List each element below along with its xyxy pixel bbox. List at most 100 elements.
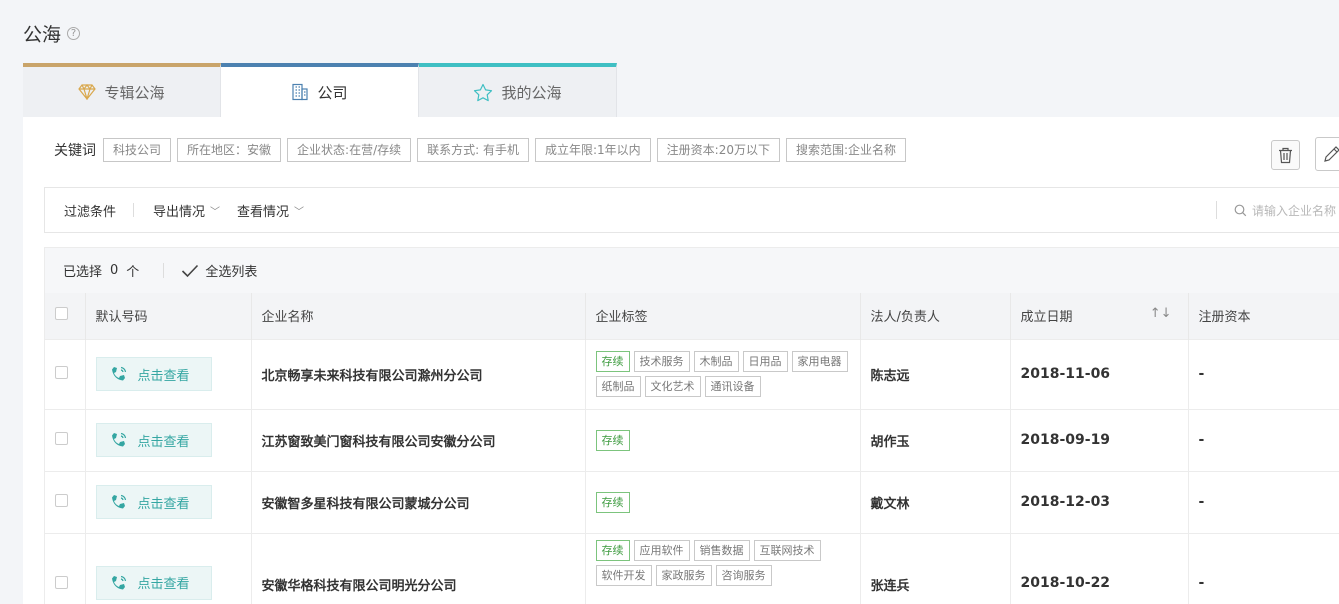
trash-icon (1279, 147, 1292, 163)
row-checkbox[interactable] (55, 365, 68, 379)
select-all-checkbox[interactable] (55, 307, 68, 321)
filter-label: 过滤条件 (64, 204, 117, 220)
phone-icon (111, 494, 126, 509)
view-status-dropdown[interactable]: 查看情况 ﹀ (237, 201, 321, 220)
founded-date: 2018-11-06 (1010, 338, 1189, 409)
sort-icon[interactable]: ↑↓ (1150, 306, 1172, 321)
delete-button[interactable] (1271, 140, 1300, 170)
row-checkbox[interactable] (55, 431, 68, 445)
tab-label: 我的公海 (501, 83, 562, 102)
keyword-label: 关键词 (54, 143, 96, 159)
search-input[interactable]: 请输入企业名称 (1216, 201, 1336, 219)
registered-capital: - (1188, 532, 1339, 604)
tag: 家政服务 (655, 564, 712, 586)
filter-conditions[interactable]: 过滤条件 (45, 201, 133, 220)
registered-capital: - (1188, 408, 1339, 471)
keyword-chip[interactable]: 注册资本:20万以下 (656, 138, 780, 162)
header-default-number: 默认号码 (85, 293, 252, 339)
company-name[interactable]: 安徽智多星科技有限公司蒙城分公司 (251, 470, 586, 533)
keyword-chip[interactable]: 企业状态:在营/存续 (287, 138, 412, 162)
header-company-name: 企业名称 (251, 293, 586, 339)
row-checkbox[interactable] (55, 575, 68, 589)
tag: 木制品 (693, 351, 739, 372)
filter-label: 导出情况 (153, 204, 206, 220)
tag: 文化艺术 (644, 376, 701, 397)
tag: 日用品 (742, 351, 788, 372)
tag: 销售数据 (693, 539, 750, 561)
chevron-down-icon: ﹀ (210, 206, 221, 218)
selected-unit: 个 (126, 265, 140, 280)
status-tag: 存续 (595, 351, 630, 372)
company-table: 默认号码 企业名称 企业标签 法人/负责人 成立日期 ↑↓ 注册资本 点击查看 北… (45, 293, 1339, 604)
company-name[interactable]: 江苏窗致美门窗科技有限公司安徽分公司 (251, 408, 586, 471)
keyword-chip[interactable]: 所在地区：安徽 (177, 138, 282, 162)
tag: 家用电器 (791, 351, 848, 372)
registered-capital: - (1188, 470, 1339, 533)
legal-person: 戴文林 (860, 470, 1011, 533)
select-all-button[interactable]: 全选列表 (181, 261, 257, 280)
view-phone-button[interactable]: 点击查看 (95, 423, 212, 457)
edit-button[interactable] (1315, 137, 1339, 171)
company-tags-cell: 存续 (585, 470, 861, 533)
status-tag: 存续 (595, 539, 630, 561)
filter-label: 查看情况 (237, 204, 290, 220)
keyword-chip[interactable]: 科技公司 (103, 138, 172, 162)
founded-date: 2018-12-03 (1010, 470, 1189, 533)
view-phone-label: 点击查看 (137, 434, 190, 450)
header-company-tags: 企业标签 (585, 293, 861, 339)
page-title-text: 公海 (23, 24, 62, 46)
tab-my-pool[interactable]: 我的公海 (419, 63, 617, 117)
help-icon[interactable]: ? (67, 27, 81, 40)
divider (163, 263, 165, 278)
company-tags-cell: 存续 技术服务 木制品 日用品 家用电器 纸制品 文化艺术 通讯设备 (585, 338, 861, 409)
header-founded-date[interactable]: 成立日期 ↑↓ (1010, 293, 1189, 339)
phone-icon (111, 575, 126, 589)
table-header-row: 默认号码 企业名称 企业标签 法人/负责人 成立日期 ↑↓ 注册资本 (45, 293, 1339, 339)
check-icon (182, 264, 199, 277)
company-tags-cell: 存续 应用软件 销售数据 互联网技术 软件开发 家政服务 咨询服务 (585, 532, 861, 604)
keyword-chip[interactable]: 搜索范围:企业名称 (786, 138, 907, 162)
selected-count: 0 (110, 263, 119, 278)
header-checkbox-cell (45, 293, 86, 339)
phone-icon (111, 366, 126, 381)
keyword-chip[interactable]: 成立年限:1年以内 (534, 138, 651, 162)
building-icon (292, 83, 309, 101)
registered-capital: - (1188, 338, 1339, 409)
filter-bar: 过滤条件 导出情况 ﹀ 查看情况 ﹀ 请输入企业名称 (44, 187, 1339, 233)
chevron-down-icon: ﹀ (294, 206, 305, 218)
legal-person: 陈志远 (860, 338, 1011, 409)
phone-icon (111, 432, 126, 447)
tag: 技术服务 (633, 351, 690, 372)
founded-date: 2018-09-19 (1010, 408, 1189, 471)
tag: 通讯设备 (704, 376, 761, 397)
view-phone-button[interactable]: 点击查看 (95, 485, 212, 519)
tab-label: 公司 (317, 83, 348, 102)
keyword-chip[interactable]: 联系方式: 有手机 (417, 138, 529, 162)
header-legal-person: 法人/负责人 (860, 293, 1011, 339)
view-phone-label: 点击查看 (137, 577, 190, 592)
keyword-row: 关键词 科技公司 所在地区：安徽 企业状态:在营/存续 联系方式: 有手机 成立… (54, 138, 907, 162)
view-phone-label: 点击查看 (137, 368, 190, 384)
export-status-dropdown[interactable]: 导出情况 ﹀ (134, 201, 237, 220)
selected-label: 已选择 (63, 265, 103, 280)
view-phone-button[interactable]: 点击查看 (95, 357, 212, 391)
company-name[interactable]: 安徽华格科技有限公司明光分公司 (251, 532, 586, 604)
search-placeholder: 请输入企业名称 (1252, 203, 1337, 218)
tab-album-pool[interactable]: 专辑公海 (23, 63, 221, 117)
tag: 应用软件 (633, 539, 690, 561)
search-icon (1234, 204, 1247, 216)
company-name[interactable]: 北京畅享未来科技有限公司滁州分公司 (251, 338, 586, 409)
selection-bar: 已选择 0 个 全选列表 (45, 248, 1339, 293)
founded-date: 2018-10-22 (1010, 532, 1189, 604)
table-row: 点击查看 江苏窗致美门窗科技有限公司安徽分公司 存续 胡作玉 2018-09-1… (45, 408, 1339, 471)
view-phone-label: 点击查看 (137, 496, 190, 512)
table-row: 点击查看 安徽华格科技有限公司明光分公司 存续 应用软件 销售数据 互联网技术 … (45, 532, 1339, 604)
view-phone-button[interactable]: 点击查看 (95, 565, 212, 600)
page-title: 公海 ? (23, 20, 81, 47)
row-checkbox[interactable] (55, 493, 68, 507)
pencil-icon (1324, 146, 1339, 162)
company-tags-cell: 存续 (585, 408, 861, 471)
tab-company[interactable]: 公司 (221, 63, 419, 117)
diamond-icon (78, 84, 97, 100)
tag: 咨询服务 (715, 564, 772, 586)
